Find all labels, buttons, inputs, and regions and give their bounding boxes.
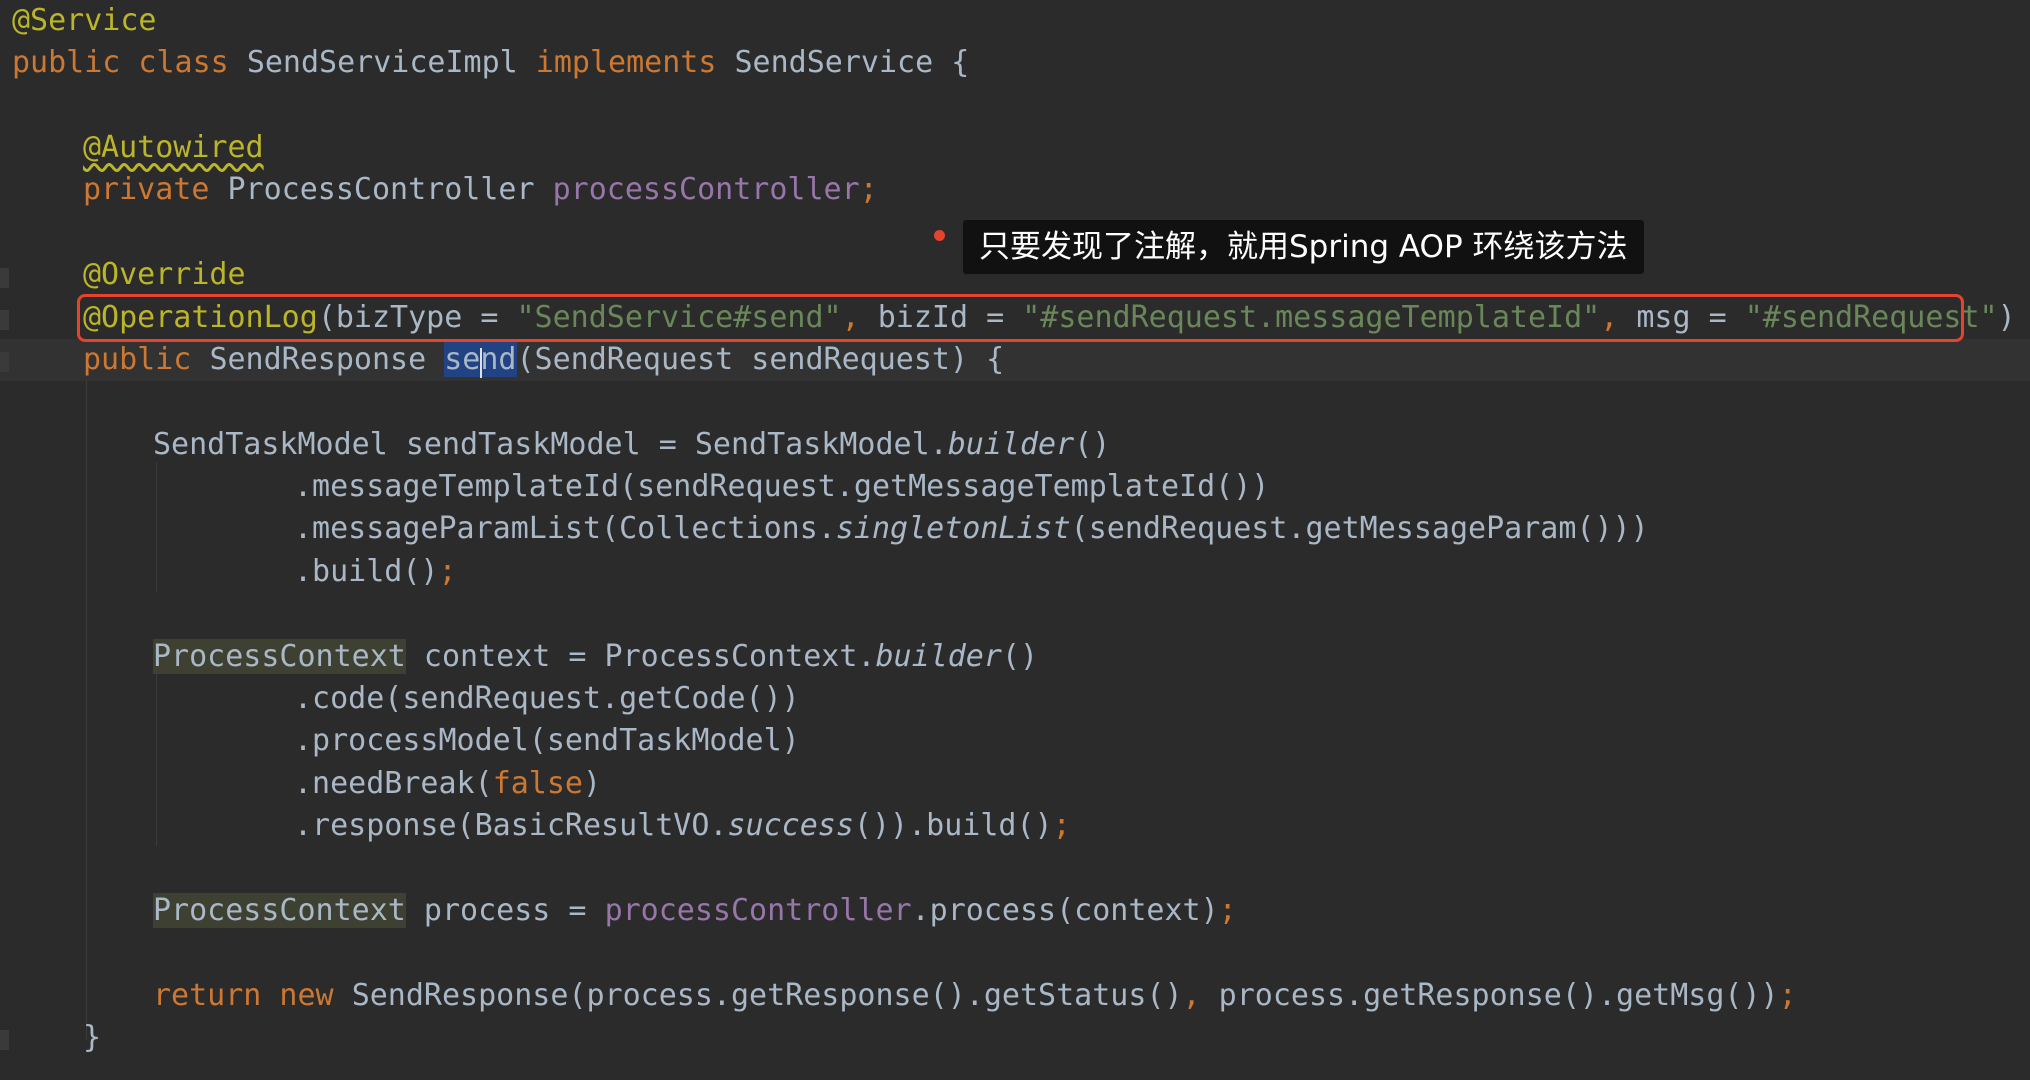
type-token-highlighted: ProcessContext — [153, 893, 406, 928]
code-text: ) — [1997, 300, 2016, 335]
code-line[interactable]: .needBreak(false) — [294, 763, 601, 805]
type-token: ProcessController — [227, 172, 553, 207]
code-text: .messageTemplateId(sendRequest.getMessag… — [294, 469, 1270, 504]
static-method-token: builder — [875, 639, 1002, 674]
code-text: ) — [583, 766, 602, 801]
semicolon-token: ; — [1218, 893, 1237, 928]
annotation-token: @Autowired — [83, 130, 264, 165]
indent-guide — [156, 462, 157, 592]
code-line[interactable]: .code(sendRequest.getCode()) — [294, 678, 800, 720]
code-line[interactable]: .build(); — [294, 551, 457, 593]
static-method-token: builder — [947, 427, 1075, 462]
code-editor[interactable]: @Service public class SendServiceImpl im… — [0, 0, 2030, 1080]
code-line[interactable]: return new SendResponse(process.getRespo… — [153, 975, 1797, 1017]
code-line[interactable]: public SendResponse se nd(SendRequest sen… — [83, 339, 1004, 381]
code-text: .build() — [294, 554, 439, 589]
annotation-highlight-box — [77, 294, 1964, 342]
indent-guide — [86, 380, 87, 1040]
fold-marker-icon[interactable] — [0, 1030, 9, 1050]
code-text: process.getResponse().getMsg()) — [1218, 978, 1779, 1013]
type-token-highlighted: ProcessContext — [153, 639, 406, 674]
code-line[interactable]: SendTaskModel sendTaskModel = SendTaskMo… — [153, 424, 1110, 466]
code-line[interactable]: .messageParamList(Collections.singletonL… — [294, 508, 1649, 550]
code-text: (SendRequest sendRequest) { — [516, 342, 1005, 377]
semicolon-token: ; — [1052, 808, 1071, 843]
code-text: () — [1001, 639, 1039, 674]
keyword-token: public class — [12, 45, 247, 80]
code-text: (sendRequest.getMessageParam())) — [1070, 511, 1649, 546]
code-text: SendResponse(process.getResponse().getSt… — [351, 978, 1183, 1013]
callout-pointer-dot — [934, 230, 945, 241]
field-token: processController — [552, 172, 860, 207]
code-line[interactable]: @Service — [12, 0, 157, 42]
code-line[interactable]: public class SendServiceImpl implements … — [12, 42, 969, 84]
annotation-token: @Override — [83, 257, 246, 292]
semicolon-token: ; — [1778, 978, 1797, 1013]
type-token: SendResponse — [209, 342, 445, 377]
code-text: SendTaskModel sendTaskModel = SendTaskMo… — [153, 427, 948, 462]
keyword-token: private — [83, 172, 228, 207]
text-caret — [480, 348, 483, 378]
keyword-token: implements — [535, 45, 735, 80]
fold-marker-icon[interactable] — [0, 352, 9, 372]
indent-guide — [156, 674, 157, 846]
code-text: SendService { — [734, 45, 970, 80]
class-name-token: SendServiceImpl — [246, 45, 536, 80]
code-text: .needBreak( — [294, 766, 493, 801]
keyword-token: return new — [153, 978, 352, 1013]
code-text: .messageParamList(Collections. — [294, 511, 836, 546]
code-line[interactable]: .response(BasicResultVO.success()).build… — [294, 805, 1071, 847]
semicolon-token: ; — [859, 172, 878, 207]
field-token: processController — [604, 893, 912, 928]
code-line[interactable]: private ProcessController processControl… — [83, 169, 878, 211]
annotation-token: @Service — [12, 3, 157, 38]
static-method-token: singletonList — [835, 511, 1071, 546]
code-line[interactable]: ProcessContext context = ProcessContext.… — [153, 636, 1038, 678]
code-text: context = ProcessContext. — [405, 639, 876, 674]
method-name-selected[interactable]: nd — [480, 342, 517, 378]
code-line[interactable]: .processModel(sendTaskModel) — [294, 720, 800, 762]
code-text: process = — [405, 893, 605, 928]
annotation-callout: 只要发现了注解，就用Spring AOP 环绕该方法 — [963, 220, 1644, 274]
closing-brace: } — [83, 1020, 102, 1055]
static-method-token: success — [727, 808, 854, 843]
semicolon-token: ; — [438, 554, 457, 589]
code-line[interactable]: .messageTemplateId(sendRequest.getMessag… — [294, 466, 1269, 508]
code-text: .response(BasicResultVO. — [294, 808, 728, 843]
code-text: nd — [480, 342, 517, 377]
code-text: .processModel(sendTaskModel) — [294, 723, 800, 758]
code-line[interactable]: } — [83, 1017, 101, 1059]
code-text: ()).build() — [853, 808, 1053, 843]
fold-marker-icon[interactable] — [0, 268, 9, 288]
method-name-selected[interactable]: se — [444, 342, 481, 377]
code-text: () — [1074, 427, 1111, 462]
keyword-token: public — [83, 342, 210, 377]
fold-marker-icon[interactable] — [0, 310, 9, 330]
comma-token: , — [1182, 978, 1219, 1013]
code-text: .code(sendRequest.getCode()) — [294, 681, 800, 716]
code-line[interactable]: ProcessContext process = processControll… — [153, 890, 1237, 932]
code-text: .process(context) — [911, 893, 1219, 928]
code-line[interactable]: @Override — [83, 254, 246, 296]
code-line[interactable]: @Autowired — [83, 127, 264, 169]
keyword-token: false — [492, 766, 583, 801]
